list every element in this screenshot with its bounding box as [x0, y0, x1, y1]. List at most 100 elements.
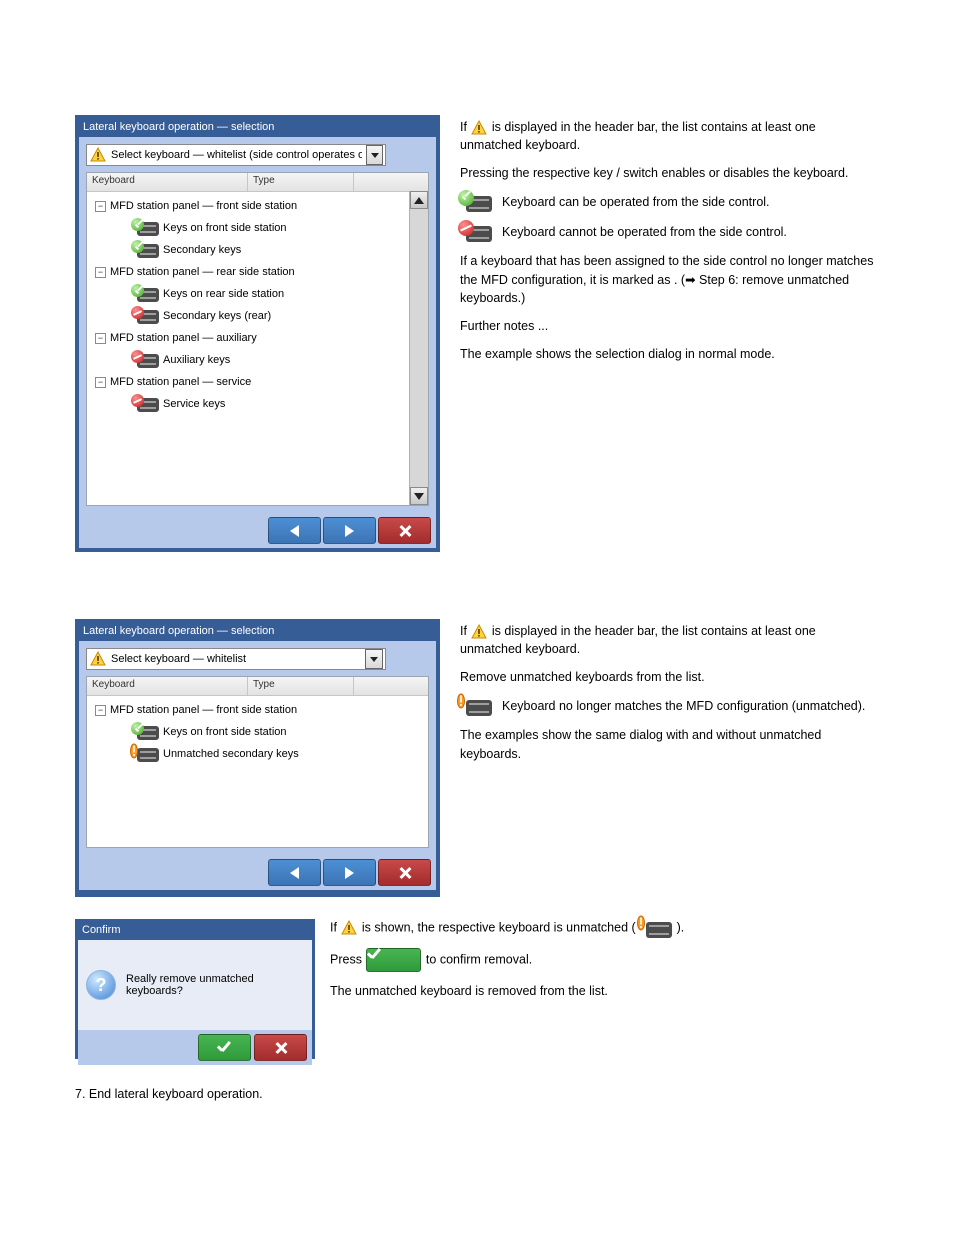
triangle-left-icon [290, 525, 299, 537]
dialog-footer [78, 1030, 312, 1065]
keyboard-select-combo[interactable]: Select keyboard — whitelist (side contro… [86, 144, 386, 166]
tree-header: Keyboard Type [87, 677, 428, 696]
x-icon [398, 524, 412, 538]
confirm-dialog: Confirm ? Really remove unmatched keyboa… [75, 919, 315, 1059]
x-icon [398, 866, 412, 880]
keyboard-allowed-icon [133, 286, 159, 302]
combo-dropdown-arrow[interactable] [366, 145, 383, 165]
legend-allowed: Keyboard can be operated from the side c… [502, 193, 770, 211]
tree-item-label: Service keys [163, 398, 225, 410]
tree-parent[interactable]: −MFD station panel — rear side station Ke… [91, 261, 406, 327]
dialog-footer [79, 855, 436, 890]
tree-header-col-1: Keyboard [87, 677, 248, 695]
keyboard-blocked-icon [133, 396, 159, 412]
tree-item[interactable]: Auxiliary keys [95, 349, 406, 371]
tree-item[interactable]: Keys on rear side station [95, 283, 406, 305]
next-button[interactable] [323, 859, 376, 886]
cancel-button[interactable] [378, 517, 431, 544]
footer-step: 7. End lateral keyboard operation. [75, 1085, 875, 1103]
combo-value: Select keyboard — whitelist [111, 653, 361, 665]
confirm-question: Really remove unmatched keyboards? [126, 973, 304, 997]
triangle-right-icon [345, 867, 354, 879]
keyboard-blocked-icon [133, 352, 159, 368]
expander-icon[interactable]: − [95, 267, 106, 278]
example1-description: If is displayed in the header bar, the l… [460, 118, 880, 373]
tree-item-label: Keys on front side station [163, 726, 287, 738]
keyboard-blocked-icon [133, 308, 159, 324]
tree-item[interactable]: Secondary keys (rear) [95, 305, 406, 327]
tree-scrollbar[interactable] [409, 191, 428, 505]
tree-parent-label: MFD station panel — rear side station [110, 266, 295, 278]
prev-button[interactable] [268, 517, 321, 544]
ok-button-inline [366, 948, 421, 972]
triangle-left-icon [290, 867, 299, 879]
warning-icon [471, 624, 487, 640]
expander-icon[interactable]: − [95, 377, 106, 388]
keyboard-warn-icon [460, 696, 492, 716]
keyboard-warn-icon [133, 746, 159, 762]
warning-icon [341, 920, 357, 936]
keyboard-allowed-icon [133, 220, 159, 236]
combo-dropdown-arrow[interactable] [365, 649, 383, 669]
tree-parent[interactable]: −MFD station panel — service Service keys [91, 371, 406, 415]
tree-parent[interactable]: −MFD station panel — front side station K… [91, 195, 406, 261]
tree-parent-label: MFD station panel — service [110, 376, 251, 388]
x-icon [274, 1041, 288, 1055]
combo-value: Select keyboard — whitelist (side contro… [111, 149, 362, 161]
tree-header-col-2: Type [248, 173, 354, 191]
dialog-title: Lateral keyboard operation — selection [79, 119, 436, 137]
scroll-up-button[interactable] [410, 191, 428, 209]
tree-item[interactable]: Keys on front side station [95, 217, 406, 239]
tree-header: Keyboard Type [87, 173, 428, 192]
tree-item-label: Keys on rear side station [163, 288, 284, 300]
check-icon [217, 1042, 233, 1054]
tree-parent[interactable]: −MFD station panel — auxiliary Auxiliary … [91, 327, 406, 371]
expander-icon[interactable]: − [95, 201, 106, 212]
tree-item[interactable]: Service keys [95, 393, 406, 415]
tree-item-label: Keys on front side station [163, 222, 287, 234]
tree-parent-label: MFD station panel — auxiliary [110, 332, 257, 344]
tree-item[interactable]: Keys on front side station [95, 721, 424, 743]
legend-blocked: Keyboard cannot be operated from the sid… [502, 223, 787, 241]
tree-parent-label: MFD station panel — front side station [110, 200, 297, 212]
confirm-description: If is shown, the respective keyboard is … [330, 918, 880, 1010]
prev-button[interactable] [268, 859, 321, 886]
warning-icon [471, 120, 487, 136]
cancel-button[interactable] [254, 1034, 307, 1061]
tree-item-label: Auxiliary keys [163, 354, 230, 366]
ok-button[interactable] [198, 1034, 251, 1061]
keyboard-allowed-icon [133, 242, 159, 258]
tree-header-col-2: Type [248, 677, 354, 695]
dialog-title: Confirm [78, 922, 312, 940]
keyboard-allowed-icon [460, 192, 492, 212]
tree-item-label: Secondary keys [163, 244, 241, 256]
tree-item[interactable]: Unmatched secondary keys [95, 743, 424, 765]
expander-icon[interactable]: − [95, 705, 106, 716]
triangle-right-icon [345, 525, 354, 537]
question-icon: ? [86, 970, 116, 1000]
tree-header-col-1: Keyboard [87, 173, 248, 191]
tree-parent-label: MFD station panel — front side station [110, 704, 297, 716]
keyboard-allowed-icon [133, 724, 159, 740]
warning-icon [90, 651, 106, 667]
expander-icon[interactable]: − [95, 333, 106, 344]
tree-parent[interactable]: −MFD station panel — front side station K… [91, 699, 424, 765]
keyboard-warn-icon [640, 918, 672, 938]
legend-warn: Keyboard no longer matches the MFD confi… [502, 697, 865, 715]
keyboard-tree: Keyboard Type −MFD station panel — front… [86, 676, 429, 848]
scroll-down-button[interactable] [410, 487, 428, 505]
tree-item[interactable]: Secondary keys [95, 239, 406, 261]
tree-item-label: Unmatched secondary keys [163, 748, 299, 760]
keyboard-select-combo[interactable]: Select keyboard — whitelist [86, 648, 386, 670]
cancel-button[interactable] [378, 859, 431, 886]
keyboard-blocked-icon [460, 222, 492, 242]
dialog-footer [79, 513, 436, 548]
keyboard-selection-dialog-2: Lateral keyboard operation — selection S… [75, 619, 440, 897]
keyboard-selection-dialog-1: Lateral keyboard operation — selection S… [75, 115, 440, 552]
warning-icon [90, 147, 106, 163]
example2-description: If is displayed in the header bar, the l… [460, 622, 880, 773]
dialog-title: Lateral keyboard operation — selection [79, 623, 436, 641]
next-button[interactable] [323, 517, 376, 544]
tree-item-label: Secondary keys (rear) [163, 310, 271, 322]
keyboard-tree: Keyboard Type −MFD station panel — front… [86, 172, 429, 506]
